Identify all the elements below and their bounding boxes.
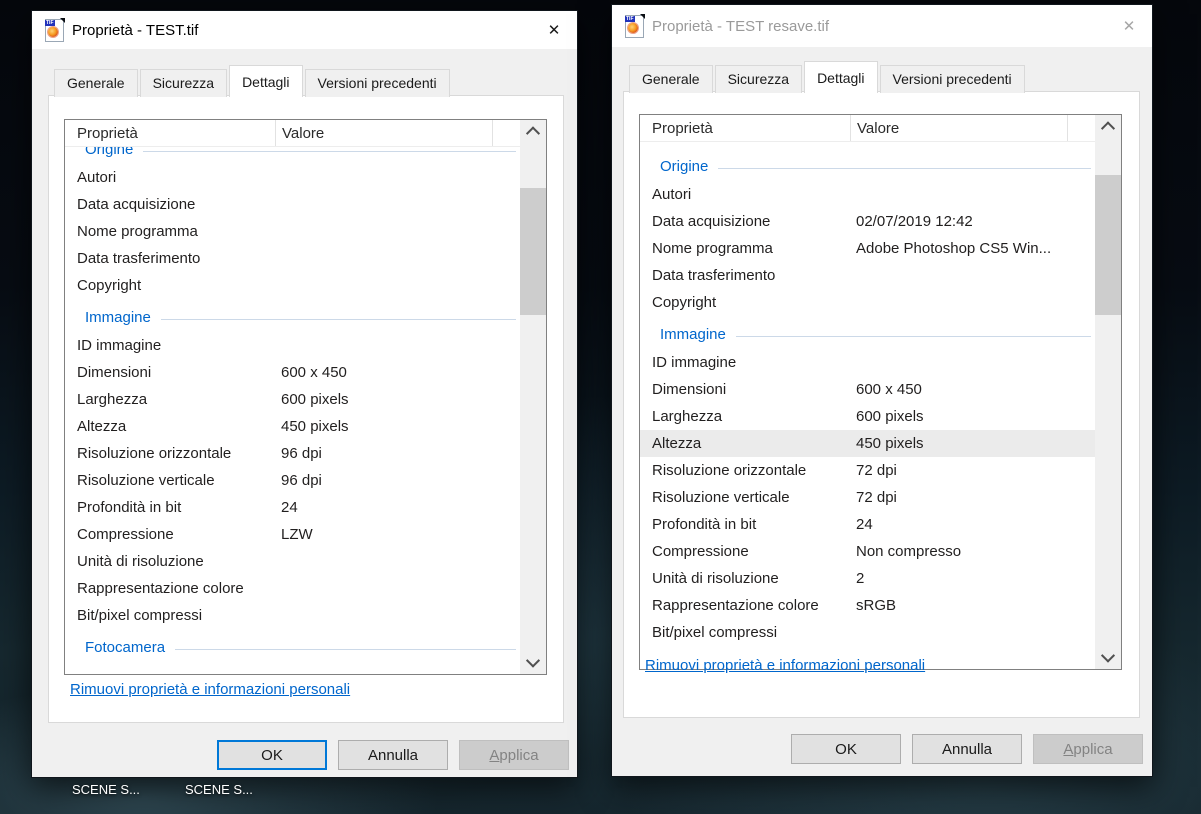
property-row-nome-programma[interactable]: Nome programma Adobe Photoshop CS5 Win... [640,235,1095,262]
list-column-header: Proprietà Valore [640,115,1095,142]
property-row-compressione[interactable]: Compressione Non compresso [640,538,1095,565]
tab-versioni-precedenti[interactable]: Versioni precedenti [879,65,1025,93]
property-row-id-immagine[interactable]: ID immagine [65,332,520,359]
section-row-origine: Origine [65,147,520,164]
section-row-fotocamera: Fotocamera [65,629,520,662]
scroll-up-icon[interactable] [520,120,546,144]
properties-list: Proprietà Valore Origine Autori Data acqui… [64,119,547,675]
property-row-altezza[interactable]: Altezza 450 pixels [640,430,1095,457]
section-row-origine: Origine [640,148,1095,181]
tif-badge-text: TIF [45,19,55,26]
tab-dettagli[interactable]: Dettagli [804,61,878,93]
cancel-button[interactable]: Annulla [338,740,448,770]
tab-sicurezza[interactable]: Sicurezza [139,69,228,97]
desktop-icon-label[interactable]: SCENE S... [72,782,140,797]
property-row-dimensioni[interactable]: Dimensioni 600 x 450 [640,376,1095,403]
property-row-profondit-in-bit[interactable]: Profondità in bit 24 [65,494,520,521]
property-row-risoluzione-verticale[interactable]: Risoluzione verticale 72 dpi [640,484,1095,511]
property-row-autori[interactable]: Autori [65,164,520,191]
property-row-copyright[interactable]: Copyright [640,289,1095,316]
close-icon[interactable]: ✕ [531,11,577,49]
property-row-larghezza[interactable]: Larghezza 600 pixels [640,403,1095,430]
property-row-bit-pixel-compressi[interactable]: Bit/pixel compressi [65,602,520,629]
property-row-unit-di-risoluzione[interactable]: Unità di risoluzione [65,548,520,575]
property-row-altezza[interactable]: Altezza 450 pixels [65,413,520,440]
section-row-immagine: Immagine [640,316,1095,349]
tab-generale[interactable]: Generale [54,69,138,97]
tab-versioni-precedenti[interactable]: Versioni precedenti [304,69,450,97]
property-row-dimensioni[interactable]: Dimensioni 600 x 450 [65,359,520,386]
property-row-profondit-in-bit[interactable]: Profondità in bit 24 [640,511,1095,538]
section-row-immagine: Immagine [65,299,520,332]
window-title: Proprietà - TEST.tif [72,21,199,39]
scroll-down-icon[interactable] [1095,645,1121,669]
property-row-copyright[interactable]: Copyright [65,272,520,299]
details-tab-page: Proprietà Valore CommentiOrigineAutoriDa… [623,91,1140,718]
tab-strip: Generale Sicurezza Dettagli Versioni preced… [612,61,1152,93]
scrollbar-thumb[interactable] [1095,175,1121,315]
property-row-data-acquisizione[interactable]: Data acquisizione 02/07/2019 12:42 [640,208,1095,235]
tif-file-icon: TIF [45,17,65,42]
column-header-property[interactable]: Proprietà [65,120,276,146]
desktop-icon-label[interactable]: SCENE S... [185,782,253,797]
title-bar[interactable]: TIF Proprietà - TEST resave.tif ✕ [612,5,1152,47]
scrollbar-thumb[interactable] [520,188,546,315]
ok-button[interactable]: OK [217,740,327,770]
property-row-data-trasferimento[interactable]: Data trasferimento [640,262,1095,289]
tab-generale[interactable]: Generale [629,65,713,93]
remove-properties-link[interactable]: Rimuovi proprietà e informazioni persona… [70,681,350,698]
property-row-risoluzione-verticale[interactable]: Risoluzione verticale 96 dpi [65,467,520,494]
title-bar[interactable]: TIF Proprietà - TEST.tif ✕ [32,11,577,49]
property-row-data-trasferimento[interactable]: Data trasferimento [65,245,520,272]
ok-button[interactable]: OK [791,734,901,764]
properties-window-test-tif: TIF Proprietà - TEST.tif ✕ Generale Sicur… [31,10,578,778]
properties-list: Proprietà Valore CommentiOrigineAutoriDa… [639,114,1122,670]
property-row-rappresentazione-colore[interactable]: Rappresentazione colore sRGB [640,592,1095,619]
properties-window-test-resave-tif: TIF Proprietà - TEST resave.tif ✕ Genera… [611,4,1153,777]
column-header-value[interactable]: Valore [276,120,493,146]
tab-strip: Generale Sicurezza Dettagli Versioni preced… [32,65,577,97]
property-row-rappresentazione-colore[interactable]: Rappresentazione colore [65,575,520,602]
column-header-value[interactable]: Valore [851,115,1068,141]
scroll-up-icon[interactable] [1095,115,1121,139]
property-row-risoluzione-orizzontale[interactable]: Risoluzione orizzontale 96 dpi [65,440,520,467]
tif-file-icon: TIF [625,13,645,38]
column-header-property[interactable]: Proprietà [640,115,851,141]
property-row-id-immagine[interactable]: ID immagine [640,349,1095,376]
close-icon[interactable]: ✕ [1106,5,1152,47]
tif-badge-text: TIF [625,15,635,22]
property-row-bit-pixel-compressi[interactable]: Bit/pixel compressi [640,619,1095,646]
property-row-data-acquisizione[interactable]: Data acquisizione [65,191,520,218]
apply-button: Applica [1033,734,1143,764]
scroll-down-icon[interactable] [520,650,546,674]
details-tab-page: Proprietà Valore Origine Autori Data acqui… [48,95,564,723]
apply-button: Applica [459,740,569,770]
property-row-risoluzione-orizzontale[interactable]: Risoluzione orizzontale 72 dpi [640,457,1095,484]
tab-sicurezza[interactable]: Sicurezza [714,65,803,93]
property-row-unit-di-risoluzione[interactable]: Unità di risoluzione 2 [640,565,1095,592]
tab-dettagli[interactable]: Dettagli [229,65,303,97]
vertical-scrollbar[interactable] [1095,115,1121,669]
property-row-larghezza[interactable]: Larghezza 600 pixels [65,386,520,413]
remove-properties-link[interactable]: Rimuovi proprietà e informazioni persona… [645,657,925,674]
list-column-header: Proprietà Valore [65,120,520,147]
cancel-button[interactable]: Annulla [912,734,1022,764]
property-row-nome-programma[interactable]: Nome programma [65,218,520,245]
window-title: Proprietà - TEST resave.tif [652,17,830,35]
property-row-autori[interactable]: Autori [640,181,1095,208]
vertical-scrollbar[interactable] [520,120,546,674]
property-row-compressione[interactable]: Compressione LZW [65,521,520,548]
